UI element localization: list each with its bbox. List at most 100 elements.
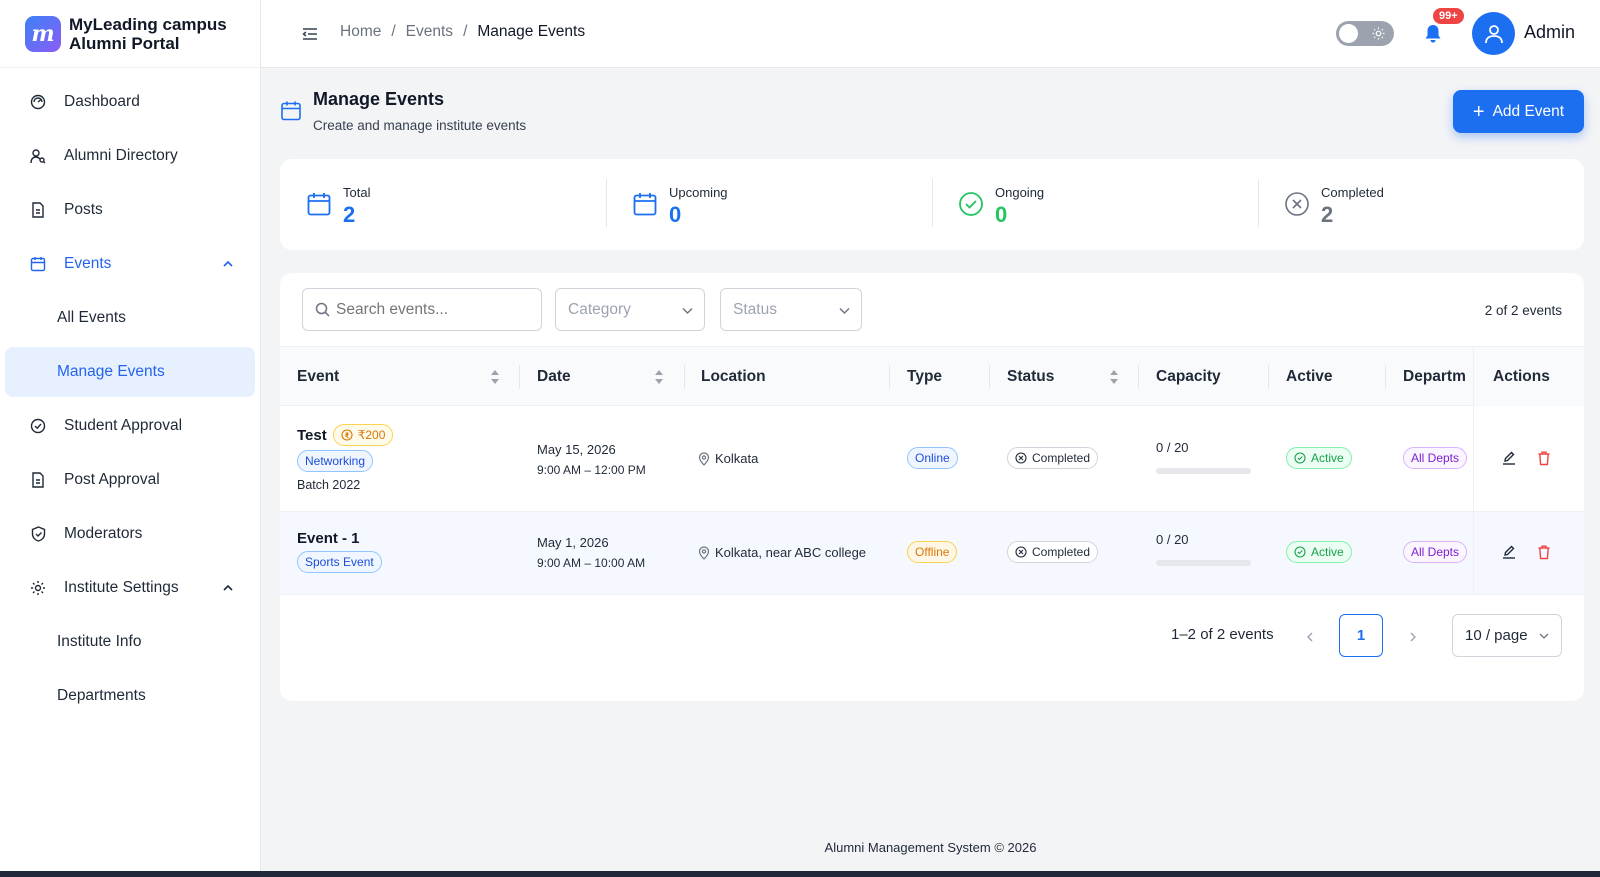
sidebar-item-moderators[interactable]: Moderators [5, 509, 255, 559]
theme-toggle[interactable] [1336, 21, 1394, 46]
event-date: May 1, 2026 [537, 535, 609, 550]
breadcrumb-separator: / [391, 23, 396, 40]
active-cell: Active [1286, 447, 1352, 469]
table-row[interactable]: Test ₹200 Networking Batch 2022 May 15, … [280, 406, 1584, 512]
breadcrumb-home[interactable]: Home [340, 23, 381, 41]
sidebar-item-label: Events [64, 255, 112, 272]
sidebar-item-label: Dashboard [64, 93, 140, 110]
stat-value: 2 [1321, 202, 1334, 227]
capacity-cell: 0 / 20 [1156, 532, 1251, 566]
sidebar-item-student-approval[interactable]: Student Approval [5, 401, 255, 451]
department-cell: All Depts [1403, 447, 1473, 469]
sidebar: m MyLeading campus Alumni Portal Dashboa… [0, 0, 261, 871]
column-event[interactable]: Event [280, 347, 520, 407]
event-date: May 15, 2026 [537, 442, 616, 457]
gear-icon [29, 579, 47, 597]
sort-icon[interactable] [1109, 369, 1119, 385]
sidebar-item-dashboard[interactable]: Dashboard [5, 77, 255, 127]
price-badge: ₹200 [332, 424, 394, 446]
topbar: Home / Events / Manage Events 99+ Admin [261, 0, 1600, 68]
page-button-1[interactable]: 1 [1339, 614, 1383, 657]
status-select[interactable]: Status [720, 288, 862, 331]
column-label: Location [701, 368, 766, 385]
sidebar-item-institute-settings[interactable]: Institute Settings [5, 563, 255, 613]
file-icon [29, 201, 47, 219]
stat-value: 2 [343, 202, 356, 227]
delete-icon[interactable] [1536, 450, 1552, 466]
column-date[interactable]: Date [520, 347, 685, 407]
column-type: Type [890, 347, 990, 407]
column-location: Location [685, 347, 890, 407]
x-circle-icon [1285, 192, 1309, 216]
sidebar-item-label: Institute Settings [64, 579, 179, 596]
sidebar-item-alumni-directory[interactable]: Alumni Directory [5, 131, 255, 181]
category-select[interactable]: Category [555, 288, 705, 331]
capacity-text: 0 / 20 [1156, 440, 1189, 455]
event-name[interactable]: Event - 1 [297, 530, 382, 547]
map-pin-icon [698, 451, 710, 466]
sun-icon [1372, 27, 1385, 40]
bell-icon[interactable] [1421, 22, 1445, 46]
column-status[interactable]: Status [990, 347, 1139, 407]
department-cell: All Depts [1403, 541, 1473, 563]
sidebar-item-manage-events[interactable]: Manage Events [5, 347, 255, 397]
sidebar-item-institute-info[interactable]: Institute Info [5, 617, 255, 667]
chevron-left-icon[interactable] [1304, 631, 1316, 643]
check-circle-icon [959, 192, 983, 216]
table-header: Event Date Location Type Status Capacity… [280, 346, 1584, 407]
avatar[interactable] [1472, 12, 1515, 55]
sidebar-item-post-approval[interactable]: Post Approval [5, 455, 255, 505]
status-placeholder: Status [733, 300, 777, 318]
location-cell: Kolkata [698, 451, 758, 466]
stat-label: Completed [1321, 185, 1384, 200]
edit-icon[interactable] [1501, 450, 1517, 466]
sidebar-item-departments[interactable]: Departments [5, 671, 255, 721]
date-cell: May 15, 2026 9:00 AM – 12:00 PM [537, 442, 646, 477]
sidebar-item-all-events[interactable]: All Events [5, 293, 255, 343]
event-cell: Test ₹200 Networking Batch 2022 [297, 424, 394, 492]
add-event-button[interactable]: + Add Event [1453, 90, 1584, 133]
table-row[interactable]: Event - 1 Sports Event May 1, 2026 9:00 … [280, 512, 1584, 595]
sort-icon[interactable] [490, 369, 500, 385]
event-name[interactable]: Test [297, 427, 327, 444]
bottom-strip [0, 871, 1600, 877]
brand-name: MyLeading campus Alumni Portal [69, 15, 227, 53]
coin-icon [341, 429, 353, 441]
column-capacity: Capacity [1139, 347, 1269, 407]
menu-toggle-icon[interactable] [301, 25, 319, 43]
sort-icon[interactable] [654, 369, 664, 385]
sidebar-item-posts[interactable]: Posts [5, 185, 255, 235]
department-badge: All Depts [1403, 447, 1468, 469]
status-cell: Completed [1007, 447, 1099, 469]
column-label: Departm [1403, 368, 1466, 385]
edit-icon[interactable] [1501, 544, 1517, 560]
column-label: Event [297, 368, 340, 385]
page-size-select[interactable]: 10 / page [1452, 614, 1562, 657]
brand[interactable]: m MyLeading campus Alumni Portal [0, 0, 260, 68]
map-pin-icon [698, 545, 710, 560]
breadcrumb-events[interactable]: Events [406, 23, 453, 41]
stat-ongoing: Ongoing 0 [932, 159, 1258, 250]
x-circle-icon [1015, 546, 1027, 558]
sidebar-item-label: Alumni Directory [64, 147, 178, 164]
type-badge: Online [907, 447, 958, 469]
user-name[interactable]: Admin [1524, 22, 1575, 43]
chevron-right-icon[interactable] [1407, 631, 1419, 643]
stat-label: Upcoming [669, 185, 728, 200]
breadcrumb-current: Manage Events [477, 23, 586, 40]
search-box[interactable] [302, 288, 542, 331]
chevron-up-icon [223, 260, 233, 267]
delete-icon[interactable] [1536, 544, 1552, 560]
page-size-value: 10 / page [1465, 627, 1528, 644]
search-input[interactable] [336, 300, 526, 319]
shield-check-icon [29, 525, 47, 543]
breadcrumb: Home / Events / Manage Events [340, 23, 585, 41]
department-badge: All Depts [1403, 541, 1468, 563]
capacity-cell: 0 / 20 [1156, 440, 1251, 474]
notification-badge: 99+ [1433, 8, 1464, 24]
calendar-icon [281, 101, 301, 121]
brand-logo: m [25, 15, 61, 52]
actions-cell [1473, 406, 1584, 511]
active-text: Active [1311, 545, 1344, 559]
sidebar-item-events[interactable]: Events [5, 239, 255, 289]
